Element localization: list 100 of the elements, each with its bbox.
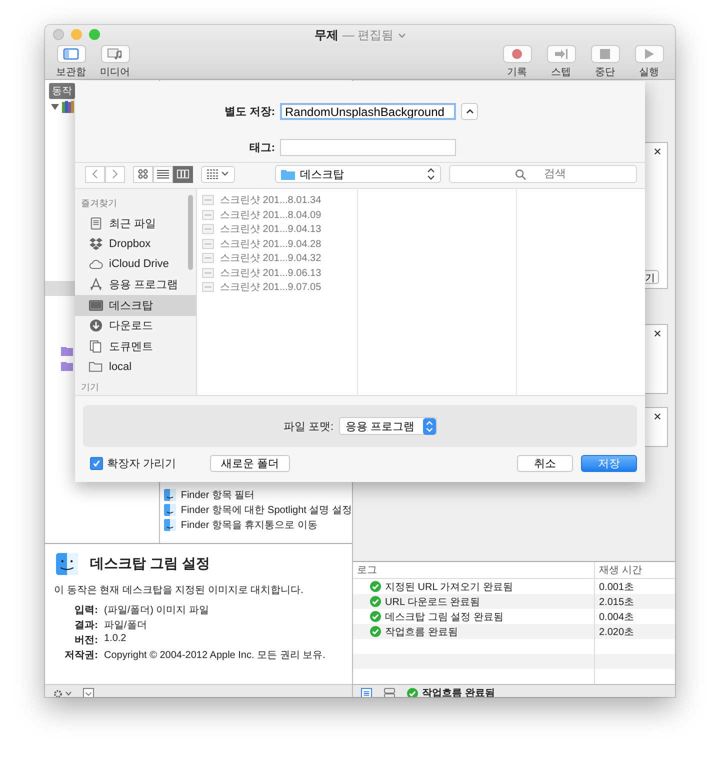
list-view-icon[interactable] — [361, 688, 372, 697]
column-header[interactable]: 로그 — [353, 562, 595, 578]
toolbar-label: 중단 — [595, 66, 615, 79]
list-view-icon — [157, 169, 169, 179]
close-icon[interactable] — [654, 148, 661, 155]
close-icon[interactable] — [654, 413, 661, 420]
toolbar-button[interactable] — [634, 45, 664, 63]
log-message: 데스크탑 그림 설정 완료됨 — [385, 610, 504, 624]
toolbar-button[interactable] — [100, 45, 130, 63]
field-value: (파일/폴더) 이미지 파일 — [104, 604, 210, 617]
documents-icon — [89, 340, 103, 353]
sidebar-item[interactable]: iCloud Drive — [75, 254, 196, 274]
file-item[interactable]: 스크린샷 201...9.04.28 — [197, 236, 357, 251]
toolbar-label: 미디어 — [100, 66, 130, 79]
expand-button[interactable] — [461, 103, 478, 120]
file-item[interactable]: 스크린샷 201...8.04.09 — [197, 208, 357, 222]
file-item[interactable]: 스크린샷 201...8.01.34 — [197, 193, 357, 208]
toolbar-label: 실행 — [639, 66, 659, 79]
action-item[interactable]: Finder 항목에 대한 Spotlight 설명 설정 — [164, 503, 352, 516]
disclosure-triangle-icon[interactable] — [51, 103, 59, 111]
finder-icon — [164, 488, 176, 500]
sidebar-item[interactable]: Dropbox — [75, 234, 196, 254]
sidebar-item[interactable]: local — [75, 356, 196, 377]
gear-icon[interactable] — [53, 688, 73, 697]
arrange-button[interactable] — [201, 166, 235, 182]
toolbar-button[interactable] — [56, 45, 86, 63]
forward-button[interactable] — [105, 166, 125, 182]
action-item[interactable]: Finder 항목 필터 — [164, 488, 352, 501]
folder-icon — [61, 346, 73, 356]
image-thumbnail-icon — [202, 238, 214, 249]
download-icon — [89, 319, 103, 332]
close-icon[interactable] — [654, 330, 661, 337]
field-label: 태그: — [248, 140, 275, 155]
cancel-button[interactable]: 취소 — [517, 455, 573, 472]
cloud-icon — [89, 258, 103, 271]
action-item[interactable]: Finder 항목을 휴지통으로 이동 — [164, 518, 352, 531]
action-description: 이 동작은 현재 데스크탑을 지정된 이미지로 대치합니다. — [54, 584, 304, 597]
description-toggle-icon[interactable] — [83, 688, 94, 697]
location-popup[interactable]: 데스크탑 — [275, 165, 441, 183]
log-message: 작업흐름 완료됨 — [385, 626, 458, 638]
chevron-down-icon[interactable] — [398, 32, 406, 38]
scrollbar-thumb[interactable] — [188, 195, 193, 270]
media-icon — [107, 48, 123, 60]
sidebar-item[interactable]: 데스크탑 — [75, 295, 196, 316]
split-view-icon[interactable] — [384, 688, 395, 697]
field-value: Copyright © 2004-2012 Apple Inc. 모든 권리 보유. — [104, 649, 326, 662]
tags-field[interactable] — [280, 138, 456, 156]
icon-view-icon — [137, 169, 149, 179]
toolbar-button[interactable] — [502, 45, 532, 63]
folder-icon — [89, 360, 103, 374]
toolbar-label: 기록 — [507, 66, 527, 79]
image-thumbnail-icon — [202, 224, 214, 234]
finder-icon — [164, 504, 176, 516]
back-button[interactable] — [85, 166, 105, 182]
image-thumbnail-icon — [202, 268, 214, 278]
checkmark-icon — [370, 596, 381, 607]
toolbar-button[interactable] — [546, 45, 576, 63]
sidebar-heading: 기기 — [80, 381, 100, 394]
document-stack-icon — [89, 216, 103, 230]
image-thumbnail-icon — [202, 210, 214, 220]
status-message: 작업흐름 완료됨 — [422, 686, 495, 697]
filename-field[interactable]: RandomUnsplashBackground — [280, 103, 456, 120]
chevron-right-icon — [112, 169, 118, 179]
log-message: URL 다운로드 완료됨 — [385, 596, 480, 608]
column-header[interactable]: 재생 시간 — [595, 562, 675, 578]
field-value: 1.0.2 — [104, 633, 128, 646]
image-thumbnail-icon — [202, 253, 214, 264]
log-duration: 0.001초 — [598, 580, 636, 594]
sidebar-icon — [63, 48, 79, 60]
sidebar-item[interactable]: 최근 파일 — [75, 213, 196, 234]
file-item[interactable]: 스크린샷 201...9.04.13 — [197, 222, 357, 236]
folder-icon — [61, 361, 73, 371]
file-item[interactable]: 스크린샷 201...9.07.05 — [197, 280, 357, 294]
format-popup[interactable]: 응용 프로그램 — [338, 417, 437, 435]
action-title: 데스크탑 그림 설정 — [90, 555, 210, 573]
log-message: 지정된 URL 가져오기 완료됨 — [385, 580, 513, 594]
checkbox[interactable] — [90, 457, 103, 470]
sidebar-item[interactable]: 응용 프로그램 — [75, 274, 196, 295]
library-tab[interactable]: 동작 — [49, 83, 75, 99]
log-duration: 2.020초 — [598, 626, 636, 639]
toolbar-button[interactable] — [590, 45, 620, 63]
checkmark-icon — [407, 688, 418, 697]
field-value: 파일/폴더 — [104, 619, 148, 632]
view-mode-button[interactable] — [173, 166, 193, 182]
window-subtitle: — 편집됨 — [342, 26, 394, 44]
sidebar-item[interactable]: 다운로드 — [75, 316, 196, 336]
folder-icon — [281, 168, 295, 180]
finder-icon — [164, 518, 176, 530]
file-item[interactable]: 스크린샷 201...9.06.13 — [197, 266, 357, 280]
file-item[interactable]: 스크린샷 201...9.04.32 — [197, 251, 357, 266]
sidebar-item[interactable]: 도큐멘트 — [75, 336, 196, 356]
field-label: 버전: — [74, 634, 98, 647]
applications-icon — [89, 278, 103, 292]
search-field[interactable]: 검색 — [449, 165, 637, 183]
hide-extension-checkbox[interactable]: 확장자 가리기 — [90, 456, 176, 471]
finder-icon — [56, 553, 78, 575]
checkmark-icon — [370, 626, 381, 637]
log-duration: 0.004초 — [598, 610, 636, 624]
column-view-icon — [177, 169, 189, 179]
new-folder-button[interactable]: 새로운 폴더 — [210, 455, 290, 472]
